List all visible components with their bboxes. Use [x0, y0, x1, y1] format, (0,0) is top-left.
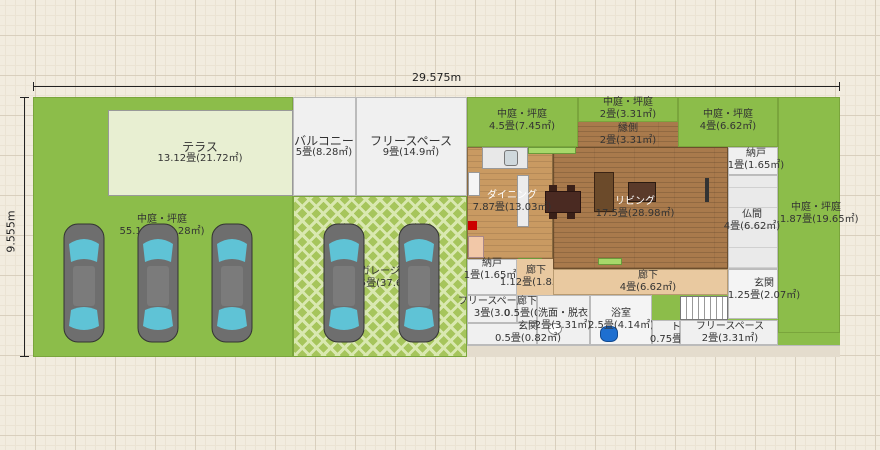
engawa-area-text: 2畳(3.31㎡): [599, 135, 657, 146]
balcony-name: バルコニー: [294, 134, 354, 148]
living-area-text: 17.5畳(28.98㎡): [595, 208, 675, 219]
free-space-top-area-text: 9畳(14.9㎡): [382, 147, 440, 158]
counter-bottom-left: [468, 236, 484, 258]
staircase: [680, 296, 728, 320]
nando-top-name: 納戸: [746, 148, 766, 159]
width-dimension-tick-right: [839, 82, 840, 91]
width-dimension-label: 29.575m: [412, 71, 462, 84]
genkan-name: 玄関: [754, 278, 774, 289]
car-icon: [323, 223, 365, 343]
niwa-c-label: 中庭・坪庭 4畳(6.62㎡): [700, 109, 756, 133]
niwa-a-label: 中庭・坪庭 4.5畳(7.45㎡): [489, 109, 555, 133]
niwa-a-name: 中庭・坪庭: [496, 109, 547, 120]
height-dimension-label: 9.555m: [4, 210, 18, 253]
rouka-name: 廊下: [638, 270, 658, 281]
width-dimension-tick-left: [33, 82, 34, 91]
butsuma-label: 仏間 4畳(6.62㎡): [724, 209, 780, 233]
yokushitsu-label: 浴室 2.5畳(4.14㎡): [588, 308, 654, 332]
car-icon: [137, 223, 179, 343]
car-icon: [211, 223, 253, 343]
genkan-small-name: 玄関: [517, 321, 538, 332]
genkan-label: 玄関 1.25畳(2.07㎡): [728, 278, 800, 302]
butsuma-area-text: 4畳(6.62㎡): [723, 221, 781, 232]
nando-top-label: 納戸 1畳(1.65㎡): [728, 148, 784, 172]
senmen-datsui-name: 洗面・脱衣: [538, 308, 588, 319]
niwa-b-label: 中庭・坪庭 2畳(3.31㎡): [600, 97, 656, 121]
height-dimension-tick-top: [20, 97, 29, 98]
chair-icon: [567, 185, 575, 191]
living-name: リビング: [614, 196, 655, 207]
niwa-c-area-text: 4畳(6.62㎡): [699, 121, 757, 132]
living-label: リビング 17.5畳(28.98㎡): [596, 196, 675, 220]
house-footer-strip: [467, 345, 840, 357]
free-space-top-name: フリースペース: [370, 134, 452, 148]
genkan-small-area-text: 0.5畳(0.82㎡): [495, 333, 561, 344]
yokushitsu-name: 浴室: [610, 308, 631, 319]
free-space-right-area-text: 2畳(3.31㎡): [701, 333, 759, 344]
nando-top-area-text: 1畳(1.65㎡): [727, 160, 785, 171]
free-space-right-label: フリースペース 2畳(3.31㎡): [696, 321, 764, 345]
niwa-right-area-text: 11.87畳(19.65㎡): [773, 214, 859, 225]
balcony-area-text: 5畳(8.28㎡): [295, 147, 353, 158]
plant-strip: [528, 147, 576, 154]
niwa-right-name: 中庭・坪庭: [791, 202, 841, 213]
engawa-name: 縁側: [618, 123, 638, 134]
terrace-area-text: 13.12畳(21.72㎡): [157, 153, 243, 164]
niwa-right-label: 中庭・坪庭 11.87畳(19.65㎡): [773, 202, 858, 226]
dining-area-text: 7.87畳(13.03㎡): [472, 202, 552, 213]
terrace-name: テラス: [182, 140, 218, 154]
height-dimension-tick-bottom: [20, 356, 29, 357]
free-space-right-name: フリースペース: [695, 321, 765, 332]
engawa-label: 縁側 2畳(3.31㎡): [600, 123, 656, 147]
dining-label: ダイニング 7.87畳(13.03㎡): [473, 190, 552, 214]
car-icon: [63, 223, 105, 343]
tv-icon: [705, 178, 709, 202]
butsuma-name: 仏間: [742, 209, 762, 220]
plant-strip: [598, 258, 622, 265]
width-dimension-line: [33, 86, 840, 87]
chair-icon: [567, 213, 575, 219]
yokushitsu-area-text: 2.5畳(4.14㎡): [588, 320, 654, 331]
car-icon: [398, 223, 440, 343]
rouka-area-text: 4畳(6.62㎡): [619, 282, 677, 293]
genkan-area-text: 1.25畳(2.07㎡): [727, 290, 801, 301]
niwa-b-area-text: 2畳(3.31㎡): [599, 109, 657, 120]
rouka-label: 廊下 4畳(6.62㎡): [620, 270, 676, 294]
balcony-label: バルコニー 5畳(8.28㎡): [294, 135, 354, 159]
height-dimension-line: [24, 97, 25, 357]
niwa-a-area-text: 4.5畳(7.45㎡): [489, 121, 555, 132]
sink-icon: [504, 150, 518, 166]
niwa-b-name: 中庭・坪庭: [603, 97, 653, 108]
genkan-small-label: 玄関 0.5畳(0.82㎡): [495, 321, 561, 345]
dining-name: ダイニング: [486, 190, 537, 201]
red-marker: [468, 221, 477, 230]
terrace-label: テラス 13.12畳(21.72㎡): [157, 141, 242, 165]
niwa-c-name: 中庭・坪庭: [703, 109, 753, 120]
free-space-top-label: フリースペース 9畳(14.9㎡): [370, 135, 452, 159]
